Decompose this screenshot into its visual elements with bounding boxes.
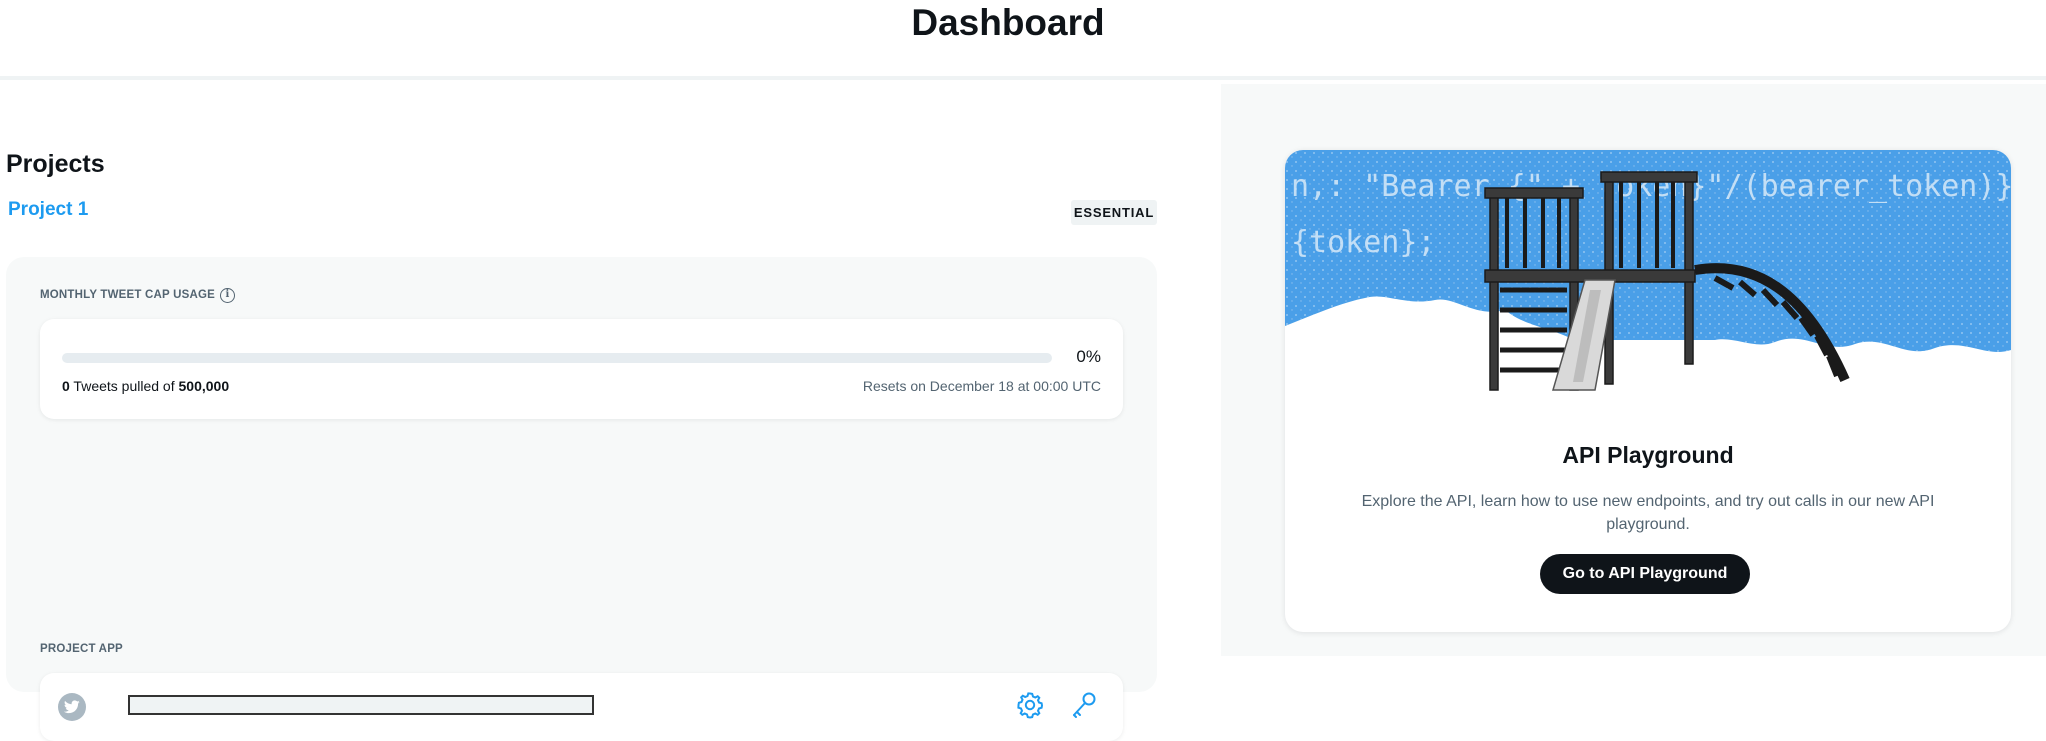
page-title: Dashboard	[911, 2, 1105, 43]
reset-text: Resets on December 18 at 00:00 UTC	[862, 378, 1101, 394]
usage-progress-bar	[62, 353, 1052, 363]
usage-box: 0% 0 Tweets pulled of 500,000 Resets on …	[40, 319, 1123, 419]
tweet-cap-label-text: MONTHLY TWEET CAP USAGE	[40, 289, 215, 301]
usage-count: 0 Tweets pulled of 500,000	[62, 377, 229, 395]
playground-description: Explore the API, learn how to use new en…	[1361, 493, 1935, 533]
project-app-row	[40, 673, 1123, 741]
usage-percent: 0%	[1076, 347, 1101, 366]
twitter-bird-icon	[58, 693, 86, 721]
pulled-count: 0	[62, 378, 70, 394]
tweet-cap-label: MONTHLY TWEET CAP USAGE i	[40, 287, 235, 303]
hero-code-line2: {token};	[1291, 225, 1436, 260]
project-card: MONTHLY TWEET CAP USAGE i 0% 0 Tweets pu…	[6, 257, 1157, 741]
project-link[interactable]: Project 1	[8, 198, 88, 222]
playground-card: n,: "Bearer {" + token}"/(bearer_token)}…	[1285, 150, 2011, 632]
key-icon[interactable]	[1068, 689, 1100, 721]
plan-badge: ESSENTIAL	[1071, 200, 1157, 225]
project-app-label: PROJECT APP	[40, 643, 123, 655]
projects-section: Projects Project 1 ESSENTIAL MONTHLY TWE…	[0, 84, 1221, 741]
playground-section: n,: "Bearer {" + token}"/(bearer_token)}…	[1221, 84, 2046, 656]
playground-hero-image: n,: "Bearer {" + token}"/(bearer_token)}…	[1285, 150, 2011, 400]
app-name-field[interactable]	[128, 695, 594, 715]
projects-heading: Projects	[6, 150, 105, 178]
tweet-cap: 500,000	[178, 378, 230, 394]
page-header: Dashboard	[0, 0, 2046, 80]
pulled-text: Tweets pulled of	[69, 378, 179, 394]
gear-icon[interactable]	[1014, 689, 1046, 721]
playground-title: API Playground	[1562, 442, 1734, 468]
info-icon[interactable]: i	[220, 287, 235, 303]
go-to-playground-button[interactable]: Go to API Playground	[1540, 554, 1750, 594]
